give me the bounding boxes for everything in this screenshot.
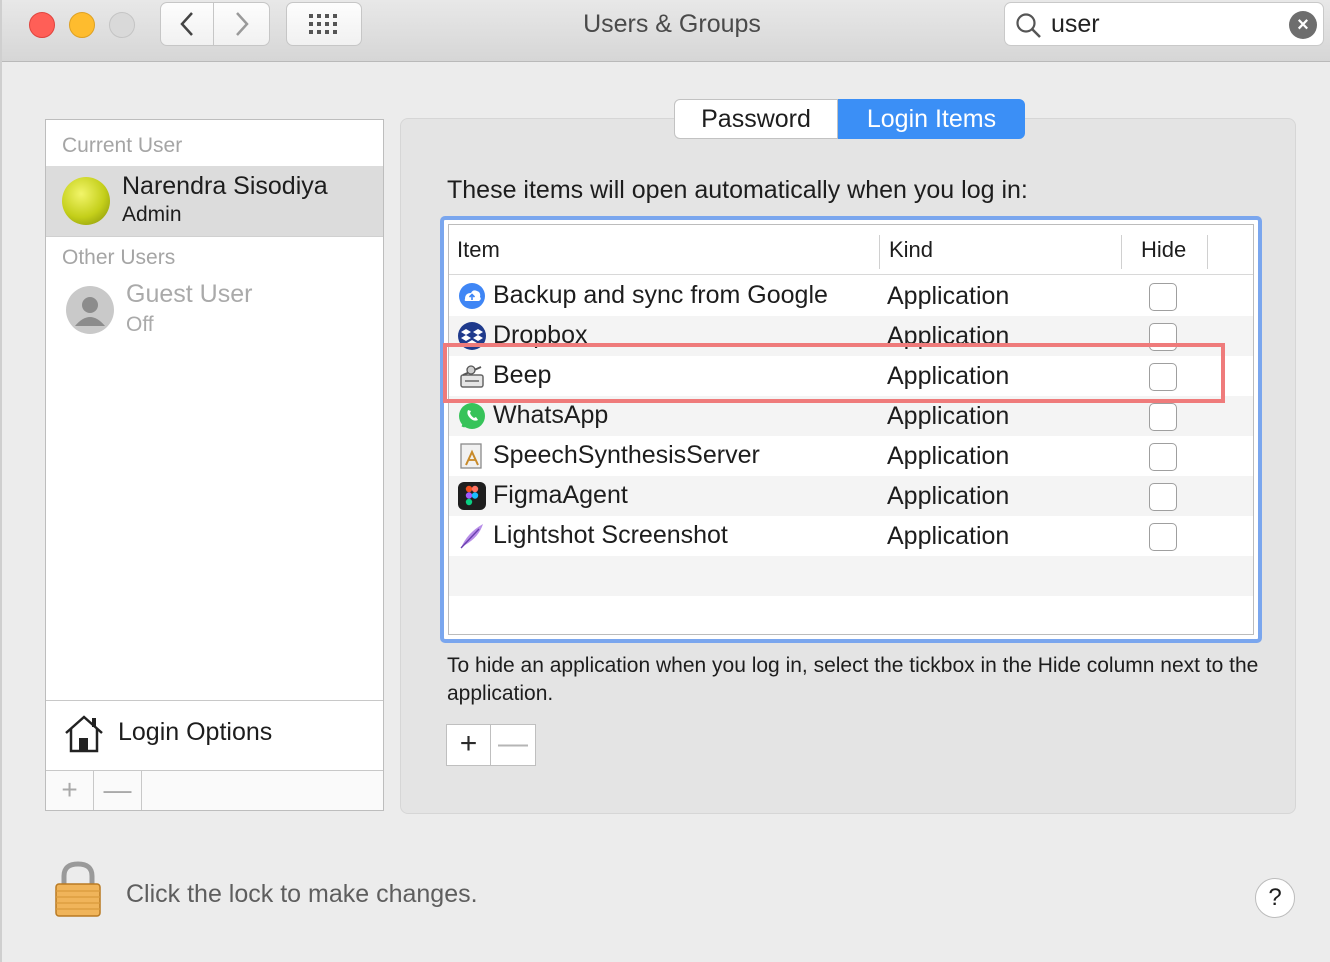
whatsapp-icon: [459, 403, 485, 429]
hide-checkbox[interactable]: [1149, 483, 1177, 511]
hide-checkbox[interactable]: [1149, 523, 1177, 551]
table-row[interactable]: Backup and sync from Google Application: [449, 276, 1253, 316]
user-list-controls: + —: [46, 770, 383, 810]
search-icon: [1016, 13, 1041, 38]
column-divider: [879, 235, 880, 269]
item-name: FigmaAgent: [493, 481, 628, 509]
column-header-kind[interactable]: Kind: [889, 237, 933, 263]
item-name: SpeechSynthesisServer: [493, 441, 760, 469]
current-user-heading: Current User: [62, 134, 183, 157]
users-groups-window: Users & Groups user × Current User Naren…: [0, 0, 1330, 962]
login-items-intro: These items will open automatically when…: [447, 176, 1028, 204]
hide-checkbox[interactable]: [1149, 443, 1177, 471]
users-list: Current User Narendra Sisodiya Admin Oth…: [45, 119, 384, 811]
login-options-label: Login Options: [118, 718, 273, 746]
item-kind: Application: [887, 402, 1010, 430]
lock-icon[interactable]: [54, 860, 102, 920]
current-user-role: Admin: [122, 203, 182, 226]
item-kind: Application: [887, 442, 1010, 470]
guest-user-state: Off: [126, 313, 154, 336]
login-items-controls: + —: [446, 724, 536, 766]
table-row[interactable]: FigmaAgent Application: [449, 476, 1253, 516]
login-items-table-focus-ring: Item Kind Hide Backup and sync from Goog…: [440, 216, 1262, 643]
search-field[interactable]: user ×: [1004, 2, 1324, 46]
item-name: Backup and sync from Google: [493, 281, 828, 309]
current-user-name: Narendra Sisodiya: [122, 172, 328, 200]
item-name: Lightshot Screenshot: [493, 521, 728, 549]
search-input[interactable]: user: [1051, 10, 1100, 39]
other-users-heading: Other Users: [62, 246, 176, 269]
empty-row: [449, 556, 1253, 596]
guest-user-name: Guest User: [126, 280, 253, 308]
table-row[interactable]: Lightshot Screenshot Application: [449, 516, 1253, 556]
house-icon: [65, 715, 103, 753]
hide-checkbox[interactable]: [1149, 403, 1177, 431]
speech-synthesis-icon: [460, 443, 482, 469]
column-header-hide[interactable]: Hide: [1141, 237, 1186, 263]
help-button[interactable]: ?: [1255, 878, 1295, 918]
google-backup-icon: [459, 283, 485, 309]
lock-message: Click the lock to make changes.: [126, 880, 478, 908]
login-items-table[interactable]: Item Kind Hide Backup and sync from Goog…: [448, 224, 1254, 635]
hide-checkbox[interactable]: [1149, 283, 1177, 311]
hide-hint-text: To hide an application when you log in, …: [447, 654, 1259, 705]
tennis-ball-avatar-icon: [62, 177, 110, 225]
item-kind: Application: [887, 482, 1010, 510]
lightshot-icon: [460, 524, 483, 549]
table-header: Item Kind Hide: [449, 225, 1253, 275]
login-options-row[interactable]: Login Options: [46, 700, 383, 770]
column-divider: [1207, 235, 1208, 269]
add-login-item-button[interactable]: +: [447, 725, 491, 765]
figma-icon: [458, 482, 486, 510]
clear-search-icon[interactable]: ×: [1289, 11, 1317, 39]
empty-row: [449, 596, 1253, 634]
add-user-button[interactable]: +: [46, 771, 94, 810]
item-kind: Application: [887, 282, 1010, 310]
column-divider: [1121, 235, 1122, 269]
tab-password[interactable]: Password: [674, 99, 838, 139]
column-header-item[interactable]: Item: [457, 237, 500, 263]
title-bar: Users & Groups user ×: [2, 0, 1330, 62]
divider: [46, 236, 383, 237]
tab-bar: Password Login Items: [674, 99, 1025, 139]
item-name: WhatsApp: [493, 401, 609, 429]
beep-highlight-annotation: [443, 343, 1225, 403]
generic-user-avatar-icon: [66, 286, 114, 334]
item-kind: Application: [887, 522, 1010, 550]
current-user-row[interactable]: Narendra Sisodiya Admin: [46, 166, 383, 236]
remove-login-item-button[interactable]: —: [491, 725, 535, 765]
remove-user-button[interactable]: —: [94, 771, 142, 810]
table-row[interactable]: SpeechSynthesisServer Application: [449, 436, 1253, 476]
tab-login-items[interactable]: Login Items: [838, 99, 1025, 139]
